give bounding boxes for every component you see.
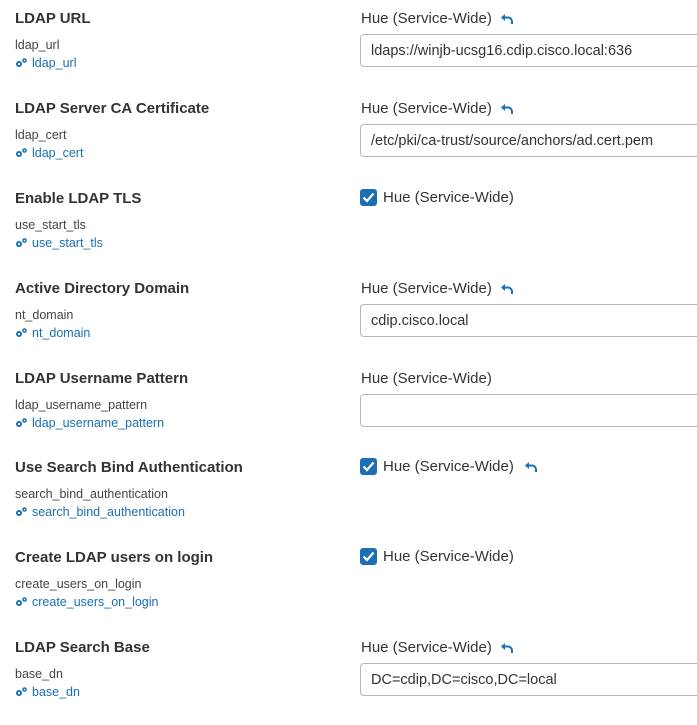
setting-label: LDAP Server CA Certificate <box>15 100 210 117</box>
setting-label: Enable LDAP TLS <box>15 190 142 207</box>
use-start-tls-checkbox[interactable] <box>360 189 377 206</box>
setting-key: search_bind_authentication <box>15 487 168 501</box>
setting-link-text[interactable]: ldap_url <box>32 56 76 70</box>
setting-create-users-on-login: Create LDAP users on login create_users_… <box>0 545 697 635</box>
setting-use-start-tls: Enable LDAP TLS use_start_tls use_start_… <box>0 186 697 276</box>
setting-key: use_start_tls <box>15 218 86 232</box>
setting-key: ldap_cert <box>15 128 67 142</box>
gears-icon <box>16 148 27 157</box>
checkbox-field: Hue (Service-Wide) <box>360 189 514 206</box>
gears-icon <box>16 238 27 247</box>
checkmark-icon <box>362 551 375 562</box>
scope-label: Hue (Service-Wide) <box>361 639 514 656</box>
setting-link[interactable]: ldap_cert <box>15 146 83 160</box>
undo-arrow-icon[interactable] <box>500 13 514 25</box>
scope-text: Hue (Service-Wide) <box>361 100 492 117</box>
scope-text: Hue (Service-Wide) <box>361 10 492 27</box>
setting-link[interactable]: search_bind_authentication <box>15 505 185 519</box>
setting-key: ldap_url <box>15 38 60 52</box>
ldap-url-input[interactable] <box>360 34 697 67</box>
setting-link[interactable]: ldap_username_pattern <box>15 416 164 430</box>
checkbox-field: Hue (Service-Wide) <box>360 548 514 565</box>
setting-label: LDAP Username Pattern <box>15 370 189 387</box>
setting-link[interactable]: base_dn <box>15 685 80 699</box>
checkmark-icon <box>362 461 375 472</box>
setting-label: LDAP Search Base <box>15 639 150 656</box>
setting-key: nt_domain <box>15 308 74 322</box>
ldap-cert-input[interactable] <box>360 124 697 157</box>
setting-link-text[interactable]: base_dn <box>32 685 80 699</box>
gears-icon <box>16 58 27 67</box>
scope-label: Hue (Service-Wide) <box>361 370 492 387</box>
scope-label: Hue (Service-Wide) <box>361 280 514 297</box>
setting-base-dn: LDAP Search Base base_dn base_dn Hue (Se… <box>0 635 697 725</box>
setting-ldap-username-pattern: LDAP Username Pattern ldap_username_patt… <box>0 366 697 456</box>
scope-text: Hue (Service-Wide) <box>383 458 514 475</box>
setting-key: ldap_username_pattern <box>15 398 148 412</box>
undo-arrow-icon[interactable] <box>500 642 514 654</box>
checkbox-field: Hue (Service-Wide) <box>360 458 538 475</box>
base-dn-input[interactable] <box>360 663 697 696</box>
scope-text: Hue (Service-Wide) <box>383 548 514 565</box>
setting-link-text[interactable]: use_start_tls <box>32 236 103 250</box>
setting-link[interactable]: create_users_on_login <box>15 595 158 609</box>
setting-link-text[interactable]: ldap_cert <box>32 146 83 160</box>
checkmark-icon <box>362 192 375 203</box>
setting-label: Use Search Bind Authentication <box>15 459 243 476</box>
ldap-username-pattern-input[interactable] <box>360 394 697 427</box>
gears-icon <box>16 418 27 427</box>
setting-label: Active Directory Domain <box>15 280 190 297</box>
scope-text: Hue (Service-Wide) <box>361 639 492 656</box>
scope-text: Hue (Service-Wide) <box>383 189 514 206</box>
undo-arrow-icon[interactable] <box>524 461 538 473</box>
setting-key: base_dn <box>15 667 63 681</box>
setting-key: create_users_on_login <box>15 577 142 591</box>
setting-link[interactable]: nt_domain <box>15 326 90 340</box>
create-users-on-login-checkbox[interactable] <box>360 548 377 565</box>
scope-label: Hue (Service-Wide) <box>361 10 514 27</box>
setting-link[interactable]: use_start_tls <box>15 236 103 250</box>
scope-label: Hue (Service-Wide) <box>361 100 514 117</box>
setting-link[interactable]: ldap_url <box>15 56 76 70</box>
setting-link-text[interactable]: search_bind_authentication <box>32 505 185 519</box>
setting-link-text[interactable]: create_users_on_login <box>32 595 158 609</box>
nt-domain-input[interactable] <box>360 304 697 337</box>
setting-label: LDAP URL <box>15 10 91 27</box>
setting-link-text[interactable]: nt_domain <box>32 326 90 340</box>
scope-text: Hue (Service-Wide) <box>361 280 492 297</box>
undo-arrow-icon[interactable] <box>500 103 514 115</box>
scope-text: Hue (Service-Wide) <box>361 370 492 387</box>
setting-link-text[interactable]: ldap_username_pattern <box>32 416 164 430</box>
gears-icon <box>16 687 27 696</box>
gears-icon <box>16 328 27 337</box>
undo-arrow-icon[interactable] <box>500 283 514 295</box>
setting-ldap-cert: LDAP Server CA Certificate ldap_cert lda… <box>0 96 697 186</box>
gears-icon <box>16 507 27 516</box>
search-bind-authentication-checkbox[interactable] <box>360 458 377 475</box>
setting-search-bind-authentication: Use Search Bind Authentication search_bi… <box>0 455 697 545</box>
setting-nt-domain: Active Directory Domain nt_domain nt_dom… <box>0 276 697 366</box>
gears-icon <box>16 597 27 606</box>
setting-label: Create LDAP users on login <box>15 549 214 566</box>
setting-ldap-url: LDAP URL ldap_url ldap_url Hue (Service-… <box>0 6 697 96</box>
